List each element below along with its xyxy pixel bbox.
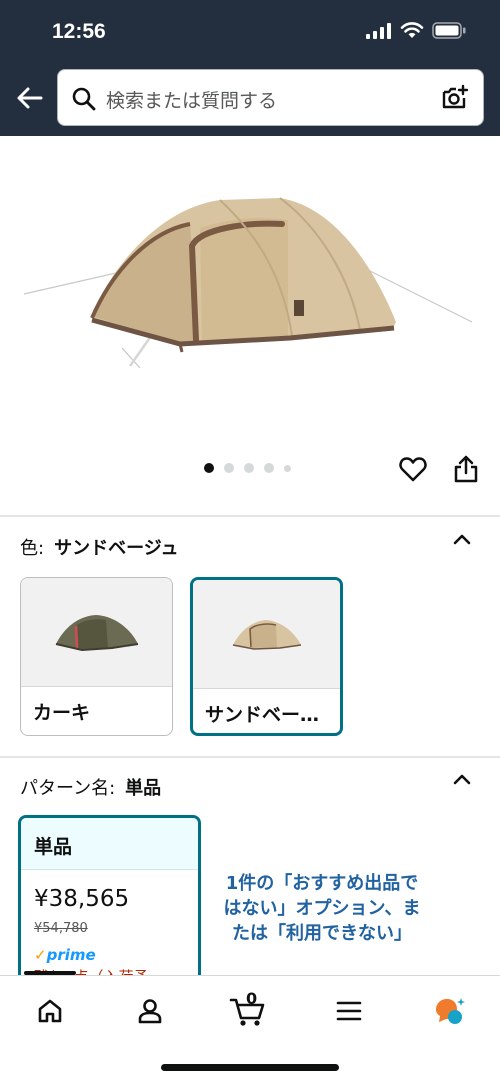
back-button[interactable] (14, 82, 46, 114)
user-icon (138, 999, 162, 1024)
share-button[interactable] (452, 454, 480, 488)
pattern-selected-value: 単品 (125, 778, 162, 799)
wishlist-button[interactable] (398, 454, 428, 488)
battery-icon (432, 22, 466, 39)
prime-badge: ✓prime (34, 946, 96, 964)
section-divider (0, 756, 500, 758)
unavailable-options-link[interactable]: 1件の「おすすめ出品ではない」オプション、または「利用できない」 (222, 872, 422, 946)
swatch-image (21, 578, 172, 686)
nav-cart[interactable]: 0 (228, 989, 268, 1031)
home-icon (38, 999, 62, 1023)
heart-icon (399, 457, 427, 482)
pagination-dot[interactable] (224, 463, 234, 473)
pattern-option-list-price: ¥54,780 (34, 921, 88, 936)
swatch-divider (21, 686, 172, 687)
swatch-divider (193, 688, 340, 689)
pagination-dot[interactable] (244, 463, 254, 473)
color-option-sand-beige[interactable]: サンドベー… (190, 577, 343, 736)
product-image-gallery[interactable] (0, 136, 500, 510)
status-icons (366, 22, 466, 39)
search-input[interactable]: 検索または質問する (106, 86, 277, 113)
color-selected-value: サンドベージュ (54, 538, 179, 559)
pattern-label-key: パターン名: (20, 778, 116, 799)
nav-rufus[interactable] (430, 991, 470, 1031)
cart-count: 0 (246, 989, 258, 1008)
pattern-label: パターン名: 単品 (20, 774, 161, 800)
search-icon (72, 87, 96, 111)
color-option-khaki[interactable]: カーキ (20, 577, 173, 736)
pattern-option-single[interactable]: 単品 ¥38,565 ¥54,780 ✓prime 残り2点（入荷予 (18, 815, 201, 995)
pagination-dot[interactable] (204, 463, 214, 473)
nav-account[interactable] (130, 991, 170, 1031)
tent-thumbnail-beige (232, 620, 301, 650)
pagination-dot[interactable] (284, 464, 291, 472)
camera-search-icon[interactable] (441, 84, 469, 112)
swatch-image (193, 580, 340, 688)
active-tab-indicator (24, 971, 76, 975)
prime-label: prime (46, 946, 96, 964)
pagination-dot[interactable] (264, 463, 274, 473)
back-arrow-icon (17, 87, 43, 109)
share-icon (454, 455, 478, 483)
wifi-icon (400, 22, 424, 38)
image-pagination-dots[interactable] (204, 463, 291, 473)
chevron-up-icon[interactable] (452, 772, 472, 786)
cellular-signal-icon (366, 22, 391, 39)
bottom-navigation: 0 (0, 971, 500, 1080)
chevron-up-icon[interactable] (452, 532, 472, 546)
home-indicator (161, 1064, 339, 1071)
tent-thumbnail-khaki (55, 615, 138, 652)
color-label: 色: サンドベージュ (20, 534, 178, 560)
color-label-key: 色: (20, 538, 45, 559)
search-bar[interactable]: 検索または質問する (57, 69, 484, 126)
prime-check-icon: ✓ (34, 946, 47, 964)
pattern-option-title: 単品 (34, 836, 73, 858)
color-option-name: サンドベー… (205, 704, 320, 726)
product-image-tent (23, 197, 473, 369)
pattern-option-price: ¥38,565 (34, 886, 130, 912)
section-divider (0, 515, 500, 517)
color-option-name: カーキ (33, 702, 91, 724)
nav-menu[interactable] (329, 991, 369, 1031)
status-time: 12:56 (52, 20, 106, 43)
nav-home[interactable] (30, 991, 70, 1031)
top-bar: 12:56 検索または質問する (0, 0, 500, 136)
menu-icon (336, 1001, 362, 1021)
rufus-assistant-icon (436, 998, 465, 1024)
